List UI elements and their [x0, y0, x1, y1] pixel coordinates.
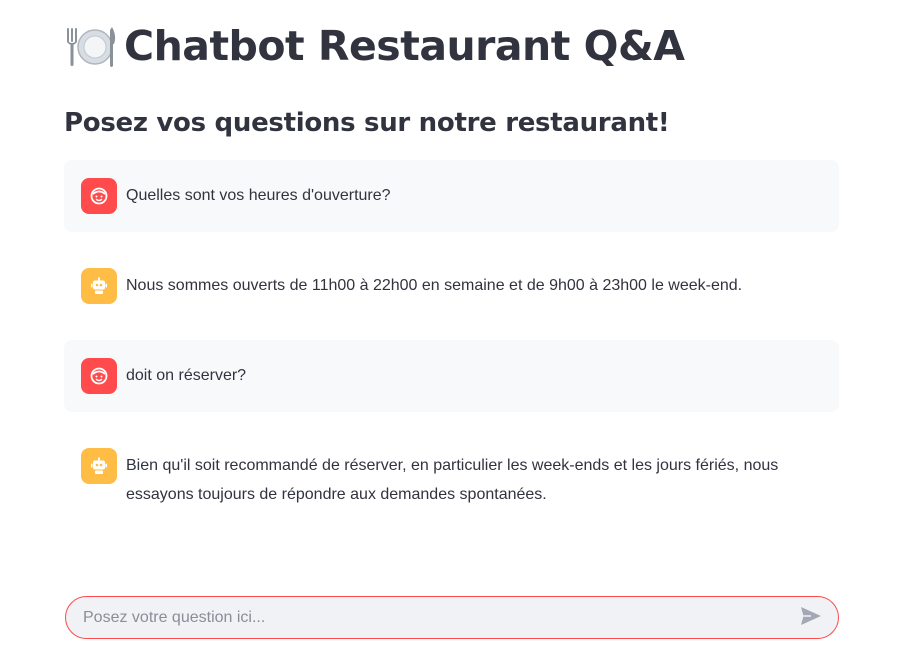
- chat-message-text: Bien qu'il soit recommandé de réserver, …: [126, 457, 779, 503]
- chat-message-user: doit on réserver?: [64, 340, 839, 412]
- chat-message-list: Quelles sont vos heures d'ouverture? Nou…: [64, 160, 839, 545]
- user-face-icon: [81, 178, 117, 214]
- chat-message-text: doit on réserver?: [126, 367, 247, 384]
- chat-input-container: [65, 596, 839, 639]
- chat-message-assistant: Bien qu'il soit recommandé de réserver, …: [64, 430, 839, 527]
- app-page: Chatbot Restaurant Q&A Posez vos questio…: [0, 0, 911, 666]
- chat-message-text: Nous sommes ouverts de 11h00 à 22h00 en …: [126, 277, 743, 294]
- robot-icon: [81, 448, 117, 484]
- page-subheader: Posez vos questions sur notre restaurant…: [64, 108, 670, 138]
- plate-with-cutlery-icon: [64, 20, 116, 72]
- robot-icon: [81, 268, 117, 304]
- chat-message-assistant: Nous sommes ouverts de 11h00 à 22h00 en …: [64, 250, 839, 322]
- chat-message-user: Quelles sont vos heures d'ouverture?: [64, 160, 839, 232]
- user-face-icon: [81, 358, 117, 394]
- send-icon: [800, 606, 822, 629]
- chat-input[interactable]: [83, 608, 796, 627]
- page-title: Chatbot Restaurant Q&A: [64, 20, 685, 72]
- send-button[interactable]: [796, 603, 826, 633]
- chat-message-text: Quelles sont vos heures d'ouverture?: [126, 187, 391, 204]
- page-title-text: Chatbot Restaurant Q&A: [124, 22, 685, 70]
